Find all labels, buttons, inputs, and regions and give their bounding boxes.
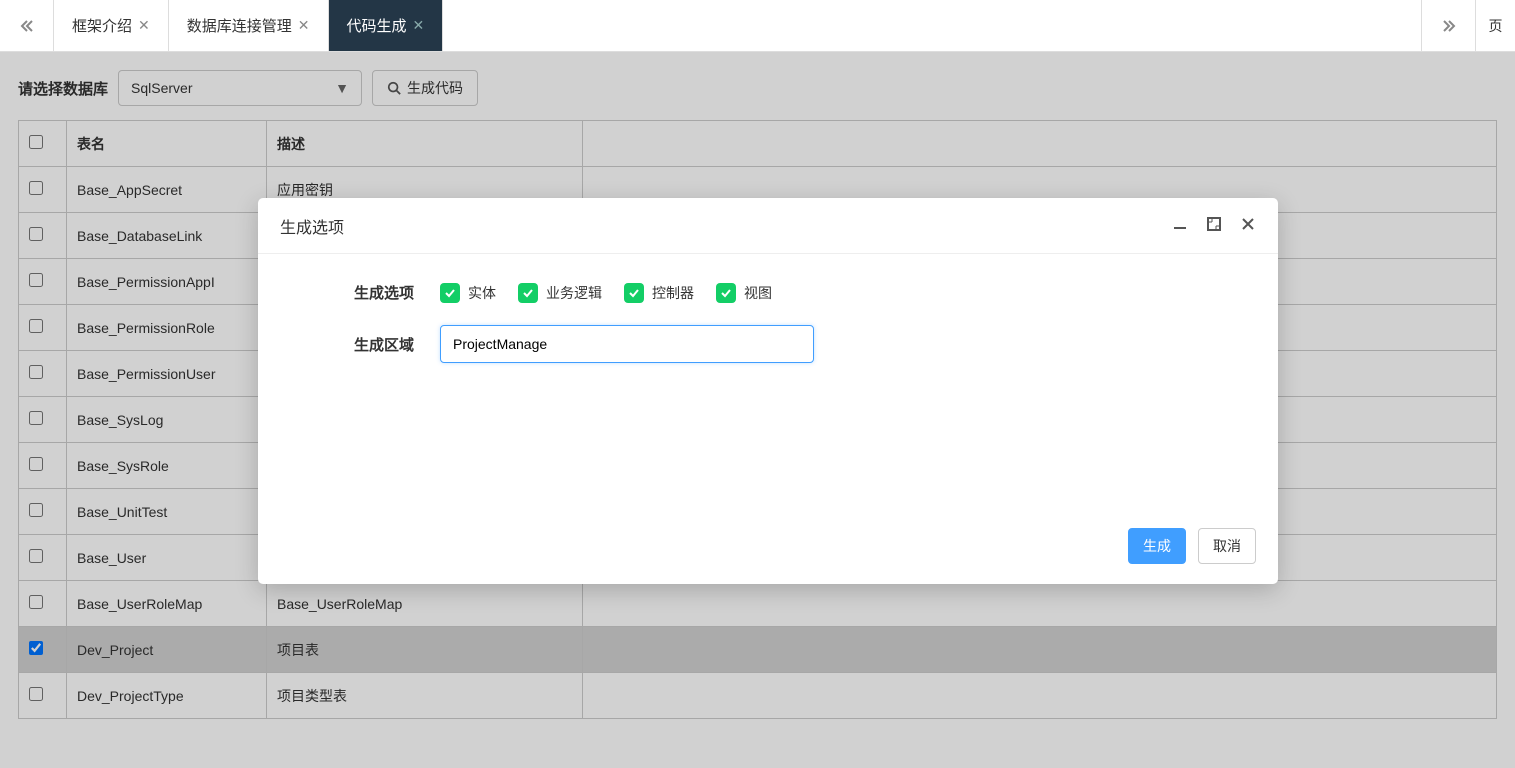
tab-label: 框架介绍: [72, 15, 132, 36]
tab-db-connection[interactable]: 数据库连接管理 ✕: [169, 0, 329, 51]
close-icon[interactable]: ✕: [138, 17, 150, 34]
double-chevron-right-icon: [1441, 18, 1457, 34]
area-input[interactable]: [440, 325, 814, 363]
close-icon[interactable]: ✕: [413, 17, 425, 34]
content-area: 请选择数据库 SqlServer ▼ 生成代码 表名 描述 Base_AppSe…: [0, 52, 1515, 768]
dialog-header: 生成选项: [258, 198, 1278, 254]
check-icon: [518, 283, 538, 303]
tabs-container: 框架介绍 ✕ 数据库连接管理 ✕ 代码生成 ✕: [54, 0, 1421, 51]
cancel-button[interactable]: 取消: [1198, 528, 1256, 564]
tab-framework-intro[interactable]: 框架介绍 ✕: [54, 0, 169, 51]
gen-options-dialog: 生成选项 生成选项 实体 业务逻辑 控制器 视图: [258, 198, 1278, 584]
tab-bar: 框架介绍 ✕ 数据库连接管理 ✕ 代码生成 ✕ 页: [0, 0, 1515, 52]
checkbox-option[interactable]: 业务逻辑: [518, 283, 602, 303]
options-label: 生成选项: [280, 282, 440, 303]
checkbox-label: 视图: [744, 283, 772, 303]
check-icon: [440, 283, 460, 303]
double-chevron-left-icon: [19, 18, 35, 34]
tabs-scroll-right-button[interactable]: [1421, 0, 1475, 51]
tabs-scroll-left-button[interactable]: [0, 0, 54, 51]
dialog-header-icons: [1172, 216, 1256, 235]
dialog-body: 生成选项 实体 业务逻辑 控制器 视图 生成区域: [258, 254, 1278, 514]
close-icon[interactable]: [1240, 216, 1256, 235]
checkbox-label: 控制器: [652, 283, 694, 303]
checkbox-label: 实体: [468, 283, 496, 303]
check-icon: [716, 283, 736, 303]
confirm-button[interactable]: 生成: [1128, 528, 1186, 564]
checkbox-option[interactable]: 实体: [440, 283, 496, 303]
form-row-area: 生成区域: [280, 325, 1256, 363]
options-checkbox-group: 实体 业务逻辑 控制器 视图: [440, 283, 772, 303]
checkbox-label: 业务逻辑: [546, 283, 602, 303]
tab-label: 代码生成: [347, 15, 407, 36]
dialog-title: 生成选项: [280, 214, 344, 238]
tab-label: 数据库连接管理: [187, 15, 292, 36]
check-icon: [624, 283, 644, 303]
area-label: 生成区域: [280, 334, 440, 355]
dialog-footer: 生成 取消: [258, 514, 1278, 584]
checkbox-option[interactable]: 视图: [716, 283, 772, 303]
page-indicator[interactable]: 页: [1475, 0, 1515, 51]
form-row-options: 生成选项 实体 业务逻辑 控制器 视图: [280, 282, 1256, 303]
close-icon[interactable]: ✕: [298, 17, 310, 34]
checkbox-option[interactable]: 控制器: [624, 283, 694, 303]
tab-code-gen[interactable]: 代码生成 ✕: [329, 0, 444, 51]
maximize-icon[interactable]: [1206, 216, 1222, 235]
minimize-icon[interactable]: [1172, 216, 1188, 235]
